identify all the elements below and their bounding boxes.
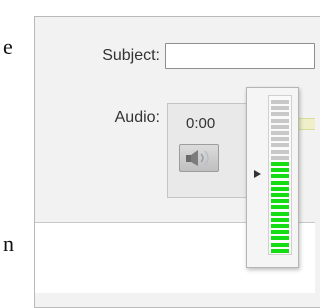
volume-segment	[271, 106, 289, 111]
volume-segment	[271, 100, 289, 104]
volume-segment	[271, 236, 289, 241]
volume-segment	[271, 211, 289, 216]
subject-label: Subject:	[102, 47, 160, 64]
volume-segment	[271, 168, 289, 173]
volume-segment	[271, 205, 289, 210]
volume-segment	[271, 248, 289, 253]
volume-segment	[271, 217, 289, 222]
volume-segment	[271, 124, 289, 129]
audio-time: 0:00	[186, 115, 216, 132]
volume-segment	[271, 230, 289, 235]
audio-label: Audio:	[114, 109, 160, 126]
volume-segment	[271, 180, 289, 185]
volume-segment	[271, 149, 289, 154]
volume-button[interactable]	[179, 144, 219, 172]
volume-segment	[271, 174, 289, 179]
volume-segment	[271, 186, 289, 191]
volume-pointer-icon	[254, 170, 261, 178]
volume-segment	[271, 118, 289, 123]
speaker-icon	[186, 150, 209, 166]
background-letter-bottom: n	[3, 231, 14, 256]
volume-segment	[271, 224, 289, 228]
volume-segment	[271, 143, 289, 148]
background-letter-top: e	[3, 34, 13, 59]
volume-segment	[271, 131, 289, 135]
volume-segment	[271, 112, 289, 117]
volume-slider[interactable]	[268, 95, 292, 255]
volume-segment	[271, 155, 289, 160]
volume-segment	[271, 242, 289, 247]
volume-segment	[271, 193, 289, 197]
subject-input[interactable]	[165, 43, 315, 69]
volume-segment	[271, 199, 289, 204]
volume-segment	[271, 162, 289, 166]
volume-segment	[271, 137, 289, 142]
